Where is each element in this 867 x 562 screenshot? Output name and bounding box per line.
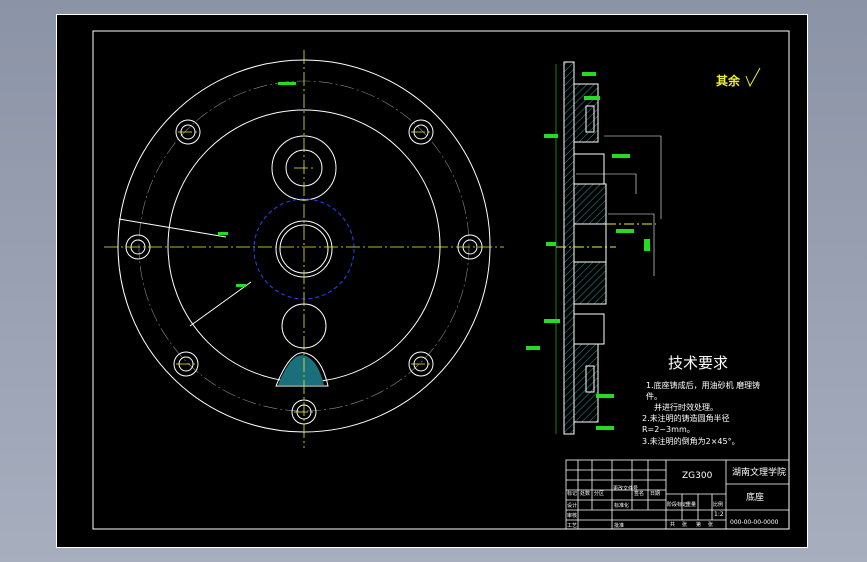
designer: 设计	[567, 502, 577, 509]
hdr-zone: 分区	[594, 490, 604, 497]
standardization: 标准化	[614, 502, 629, 509]
tech-requirements: 技术要求 1.底座铸成后，用油砂机 磨理铸 件。 并进行时效处理。 2.未注明的…	[642, 354, 760, 446]
title-block-text: ZG300 湖南文理学院 底座 1:2 000-00-00-0000 标记 处数…	[567, 466, 786, 529]
outer-frame	[56, 14, 808, 548]
dimension-marks	[218, 82, 296, 287]
cad-drawing: 其余 技术要求 1.底座铸成后，用油砂机 磨理铸 件。 并进行时效处理。 2.未…	[56, 14, 808, 548]
stage-mark: 阶段标记	[667, 501, 687, 508]
tech-line-1: 1.底座铸成后，用油砂机 磨理铸	[646, 380, 760, 390]
scale: 1:2	[714, 511, 724, 518]
tech-title: 技术要求	[668, 354, 728, 372]
material: ZG300	[682, 471, 713, 481]
hdr-count: 处数	[580, 490, 590, 497]
ratio: 比例	[713, 501, 723, 508]
process: 工艺	[567, 523, 577, 529]
hdr-sign: 签名	[634, 490, 644, 497]
tech-line-4: 2.未注明的铸造圆角半径	[642, 413, 730, 423]
review: 审核	[567, 512, 577, 519]
weight: 重量	[686, 501, 696, 508]
hdr-date: 日期	[650, 491, 660, 497]
sheets-no: 第	[696, 521, 701, 528]
part-name: 底座	[746, 491, 764, 503]
hdr-mark: 标记	[567, 490, 577, 497]
sheets-total: 共	[670, 521, 675, 528]
drawing-no: 000-00-00-0000	[730, 519, 779, 526]
approve: 批准	[614, 522, 624, 529]
tech-line-5: R=2~3mm。	[642, 425, 695, 434]
tech-line-6: 3.未注明的倒角为2×45°。	[642, 436, 740, 446]
inner-frame	[92, 30, 790, 530]
school-name: 湖南文理学院	[732, 466, 786, 478]
sheets-unit-1: 张	[682, 521, 687, 528]
section-view	[556, 61, 656, 435]
roughness-note: 其余	[716, 73, 741, 88]
tech-line-3: 并进行时效处理。	[654, 402, 718, 412]
roughness-symbol-icon	[745, 67, 761, 88]
sheets-unit-2: 张	[708, 521, 713, 528]
notch-fill	[278, 355, 324, 385]
drawing-sheet: 其余 技术要求 1.底座铸成后，用油砂机 磨理铸 件。 并进行时效处理。 2.未…	[56, 14, 808, 548]
tech-line-2: 件。	[646, 391, 662, 401]
